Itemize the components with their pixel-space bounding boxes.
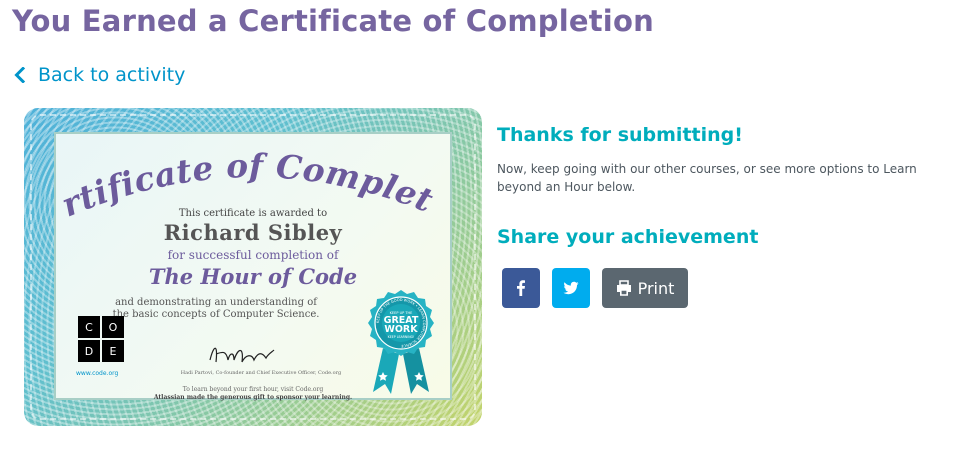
logo-letter: O	[102, 316, 124, 338]
demonstrating-text: and demonstrating an understanding of th…	[96, 297, 336, 321]
twitter-icon	[563, 281, 579, 295]
thanks-body: Now, keep going with our other courses, …	[497, 162, 917, 194]
certificate-body: Certificate of Completion This certifica…	[43, 121, 452, 401]
badge-main-line-2: WORK	[384, 324, 418, 335]
share-title: Share your achievement	[497, 226, 759, 248]
signature-image	[209, 347, 275, 363]
certificate-image: Certificate of Completion This certifica…	[24, 108, 482, 426]
twitter-share-button[interactable]	[552, 268, 590, 308]
back-link-label: Back to activity	[38, 64, 186, 86]
demonstrating-line-1: and demonstrating an understanding of	[115, 297, 317, 308]
page-title: You Earned a Certificate of Completion	[12, 4, 654, 38]
logo-letter: D	[78, 340, 100, 362]
badge-bottom-text: KEEP LEARNING!	[388, 335, 415, 339]
print-label: Print	[637, 278, 675, 298]
print-icon	[616, 280, 631, 296]
demonstrating-line-2: the basic concepts of Computer Science.	[112, 309, 320, 320]
code-logo: C O D E	[78, 316, 124, 362]
facebook-share-button[interactable]	[502, 268, 540, 308]
print-button[interactable]: Print	[602, 268, 688, 308]
thanks-title: Thanks for submitting!	[497, 124, 743, 146]
great-work-badge: KEEP UP THE GOOD WORK • LEARN COMPUTER S…	[368, 290, 434, 394]
course-name: The Hour of Code	[148, 264, 358, 289]
back-to-activity-link[interactable]: Back to activity	[12, 62, 185, 88]
recipient-name: Richard Sibley	[163, 220, 343, 245]
facebook-icon	[517, 280, 525, 296]
success-text: for successful completion of	[167, 248, 339, 262]
signer-text: Hadi Partovi, Co-founder and Chief Execu…	[180, 370, 342, 376]
chevron-left-icon	[14, 67, 26, 83]
logo-letter: E	[102, 340, 124, 362]
logo-letter: C	[78, 316, 100, 338]
awarded-text: This certificate is awarded to	[178, 208, 328, 219]
code-url: www.code.org	[76, 370, 119, 377]
